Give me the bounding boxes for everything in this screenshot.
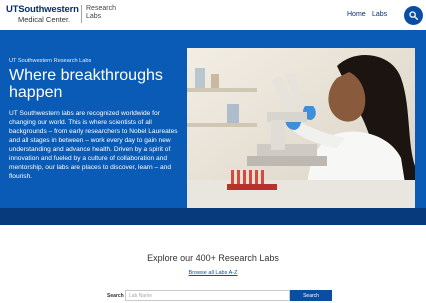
hero-eyebrow: UT Southwestern Research Labs	[9, 58, 92, 64]
search-submit-button[interactable]: Search	[290, 290, 332, 301]
hero-headline-line1: Where breakthroughs	[9, 67, 163, 84]
hero-headline-line2: happen	[9, 84, 63, 101]
hero-photo	[187, 48, 415, 208]
lab-name-search-input[interactable]	[125, 290, 290, 301]
utsw-logo[interactable]: UTSouthwestern Medical Center.	[6, 4, 79, 26]
nav-home-link[interactable]: Home	[347, 11, 366, 18]
browse-all-labs-link[interactable]: Browse all Labs A-Z	[0, 270, 426, 276]
hero-headline: Where breakthroughs happen	[9, 67, 184, 101]
section-name[interactable]: Research Labs	[86, 5, 116, 21]
hero-bottom-band	[0, 208, 426, 225]
logo-wordmark: UTSouthwestern	[6, 4, 79, 15]
hero-text: UT Southwestern Research Labs Where brea…	[9, 58, 184, 181]
site-header: UTSouthwestern Medical Center. Research …	[0, 0, 426, 30]
search-label: Search	[107, 293, 124, 299]
explore-heading: Explore our 400+ Research Labs	[147, 253, 279, 263]
hero-body: UT Southwestern labs are recognized worl…	[9, 110, 178, 180]
researcher-microscope-image	[187, 48, 415, 208]
search-icon	[409, 11, 418, 20]
logo-divider	[81, 5, 82, 23]
section-name-line2: Labs	[86, 13, 102, 20]
logo-subtitle: Medical Center.	[18, 15, 71, 24]
nav-labs-link[interactable]: Labs	[372, 11, 387, 18]
section-name-line1: Research	[86, 5, 116, 12]
header-search-button[interactable]	[404, 6, 423, 25]
